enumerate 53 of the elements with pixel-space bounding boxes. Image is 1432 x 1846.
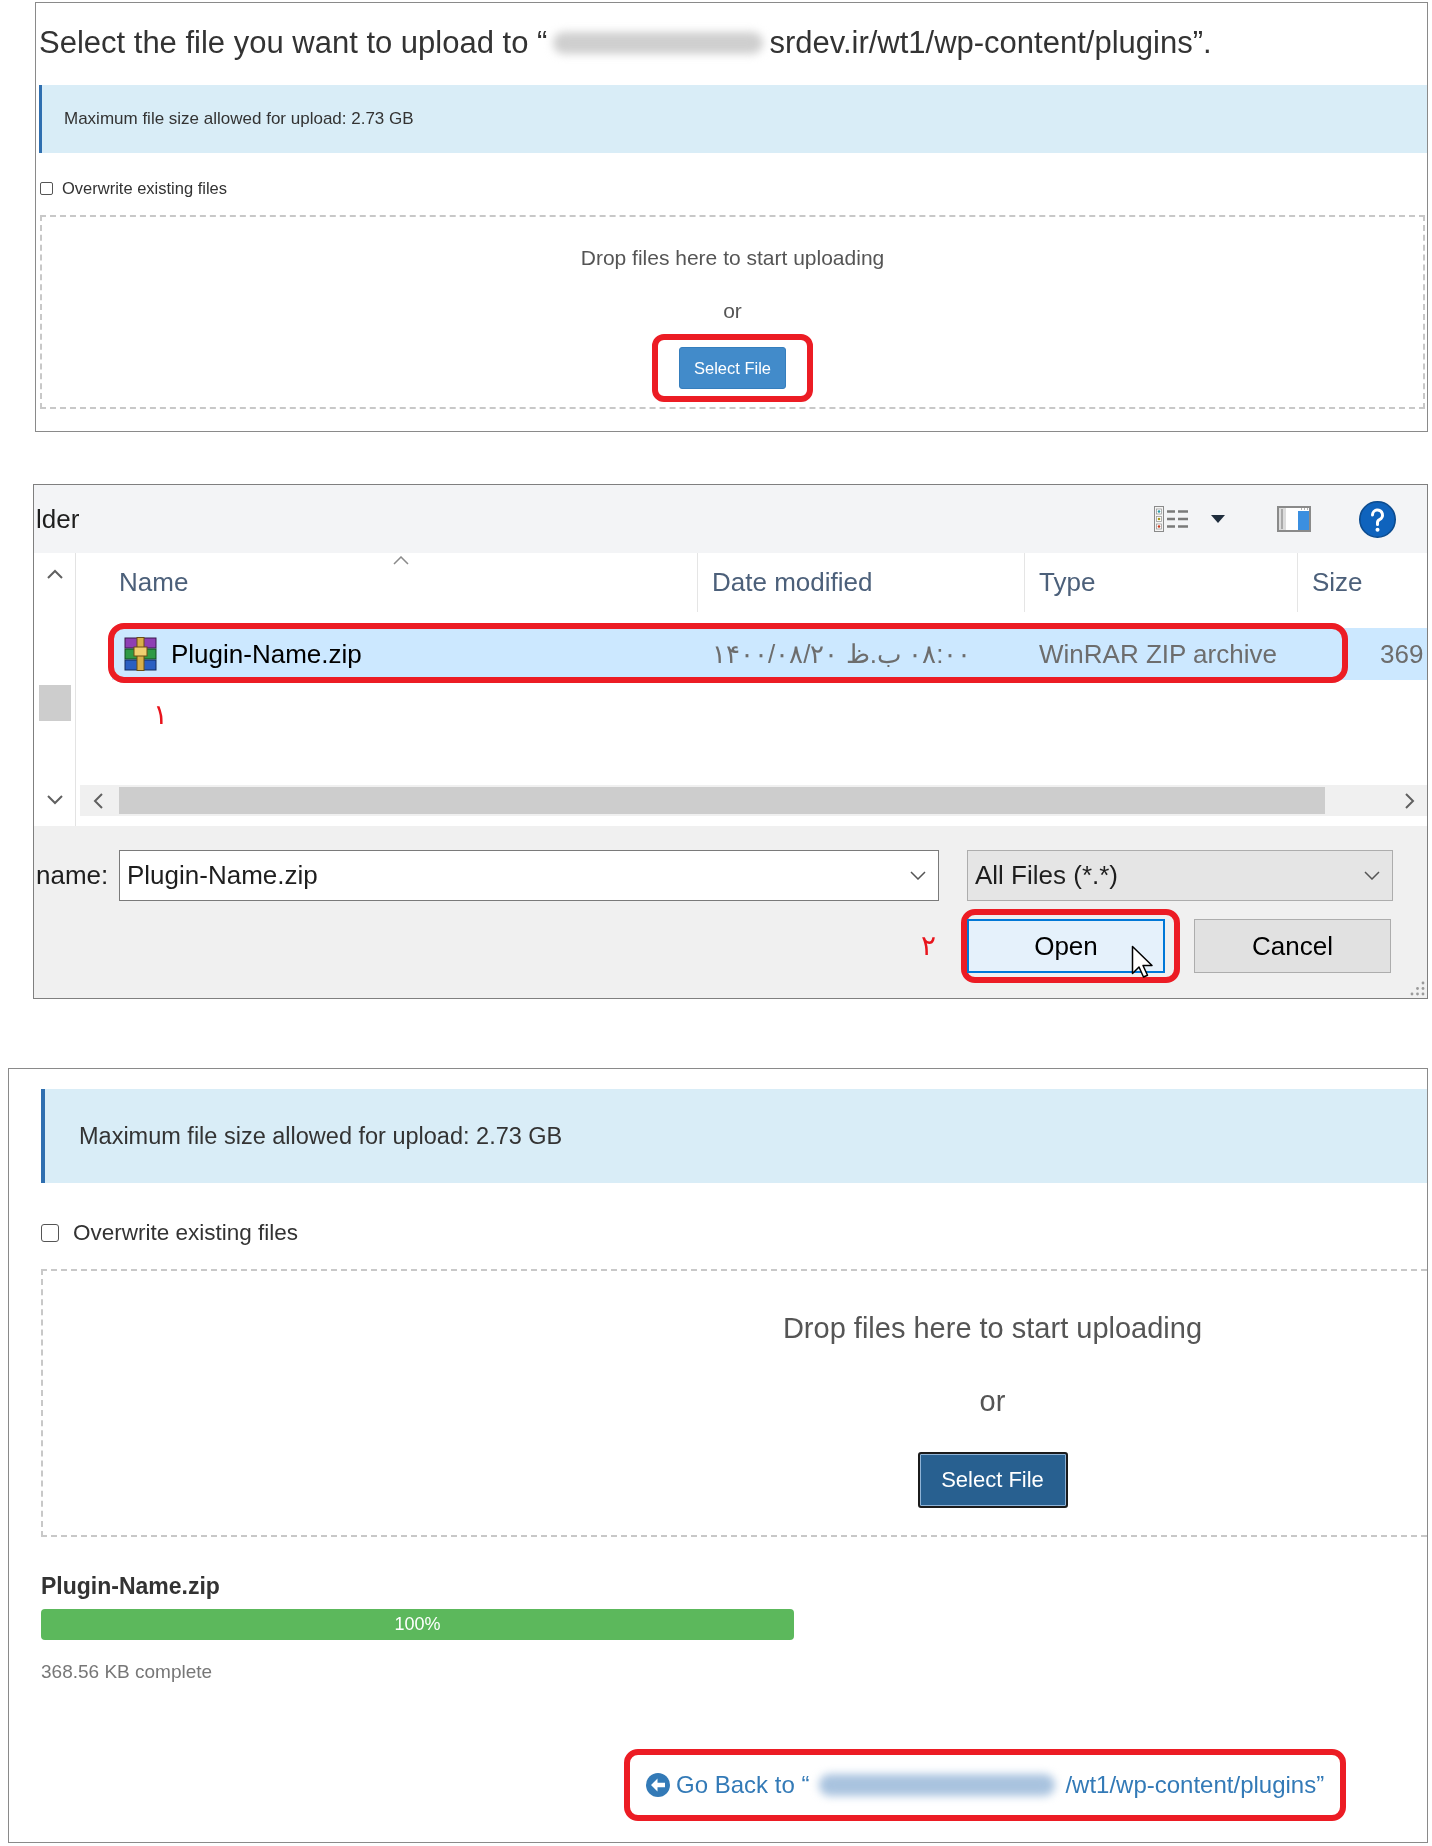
help-icon[interactable] <box>1359 500 1396 538</box>
chevron-down-icon[interactable] <box>910 871 926 880</box>
type-cell: WinRAR ZIP archive <box>1039 638 1277 670</box>
step-number: ۱ <box>153 700 168 730</box>
dialog-button[interactable]: Cancel <box>1194 919 1391 973</box>
file-name: Plugin-Name.zip <box>171 638 362 670</box>
chevron-down-icon[interactable] <box>46 795 63 805</box>
upload-limit-notice: Maximum file size allowed for upload: 2.73 GB <box>41 1089 1427 1183</box>
progress-percent: 100% <box>394 1614 441 1635</box>
checkbox[interactable] <box>41 1224 59 1242</box>
scrollbar-track[interactable] <box>80 785 1427 816</box>
heading-text: srdev.ir/wt1/wp-content/plugins”. <box>769 25 1212 61</box>
step-number: ۲ <box>921 931 936 961</box>
checkbox[interactable] <box>40 181 53 195</box>
select-file-button[interactable]: Select File <box>917 1452 1068 1508</box>
scrollbar-thumb[interactable] <box>119 787 1325 814</box>
checkbox-label: Overwrite existing files <box>62 178 228 198</box>
date-cell: ۱۴۰۰/۰۸/۲۰ ب.ظ ۰۸:۰۰ <box>712 638 972 670</box>
drop-zone-text: Drop files here to start uploading <box>782 1311 1203 1346</box>
upload-limit-notice: Maximum file size allowed for upload: 2.73 GB <box>39 85 1427 153</box>
details-view-icon[interactable] <box>1154 506 1188 532</box>
caret-down-icon[interactable] <box>1211 515 1225 523</box>
uploaded-file-name: Plugin-Name.zip <box>41 1572 220 1600</box>
select-file-button[interactable]: Select File <box>679 347 786 389</box>
folder-path-text: lder <box>36 503 80 535</box>
column-header[interactable]: Type <box>1025 553 1298 612</box>
heading-text: Select the file you want to upload to “ <box>39 25 548 61</box>
file-type-dropdown[interactable]: All Files (*.*) <box>967 850 1393 901</box>
dialog-button[interactable]: Open <box>967 919 1165 973</box>
size-cell: 369 <box>1380 638 1424 670</box>
file-name-field[interactable]: Plugin-Name.zip <box>119 850 939 901</box>
preview-pane-icon[interactable] <box>1277 506 1311 532</box>
column-header[interactable]: Date modified <box>698 553 1025 612</box>
drop-zone-text: Drop files here to start uploading <box>580 245 885 271</box>
back-link[interactable]: Go Back to “ /wt1/wp-content/plugins” <box>646 1767 1325 1803</box>
chevron-down-icon[interactable] <box>1364 871 1380 880</box>
file-name-label: name: <box>36 860 109 890</box>
chevron-left-icon[interactable] <box>93 792 103 809</box>
mouse-pointer-icon <box>1131 945 1155 980</box>
or-text: or <box>979 1384 1006 1419</box>
resize-grip-icon[interactable] <box>1409 980 1425 996</box>
checkbox-label: Overwrite existing files <box>73 1220 299 1246</box>
chevron-up-icon <box>393 556 409 565</box>
chevron-up-icon[interactable] <box>46 569 63 579</box>
drop-zone[interactable]: Drop files here to start uploading or Select File <box>41 1269 1427 1537</box>
upload-status: 368.56 KB complete <box>41 1660 213 1684</box>
chevron-right-icon[interactable] <box>1405 792 1415 809</box>
scrollbar-thumb[interactable] <box>38 685 71 721</box>
book-stack-icon <box>122 637 159 671</box>
column-header[interactable]: Size <box>1298 553 1427 612</box>
column-header[interactable]: Name <box>105 553 698 612</box>
drop-zone[interactable]: Drop files here to start uploading or Select File <box>40 215 1425 409</box>
or-text: or <box>723 298 742 324</box>
